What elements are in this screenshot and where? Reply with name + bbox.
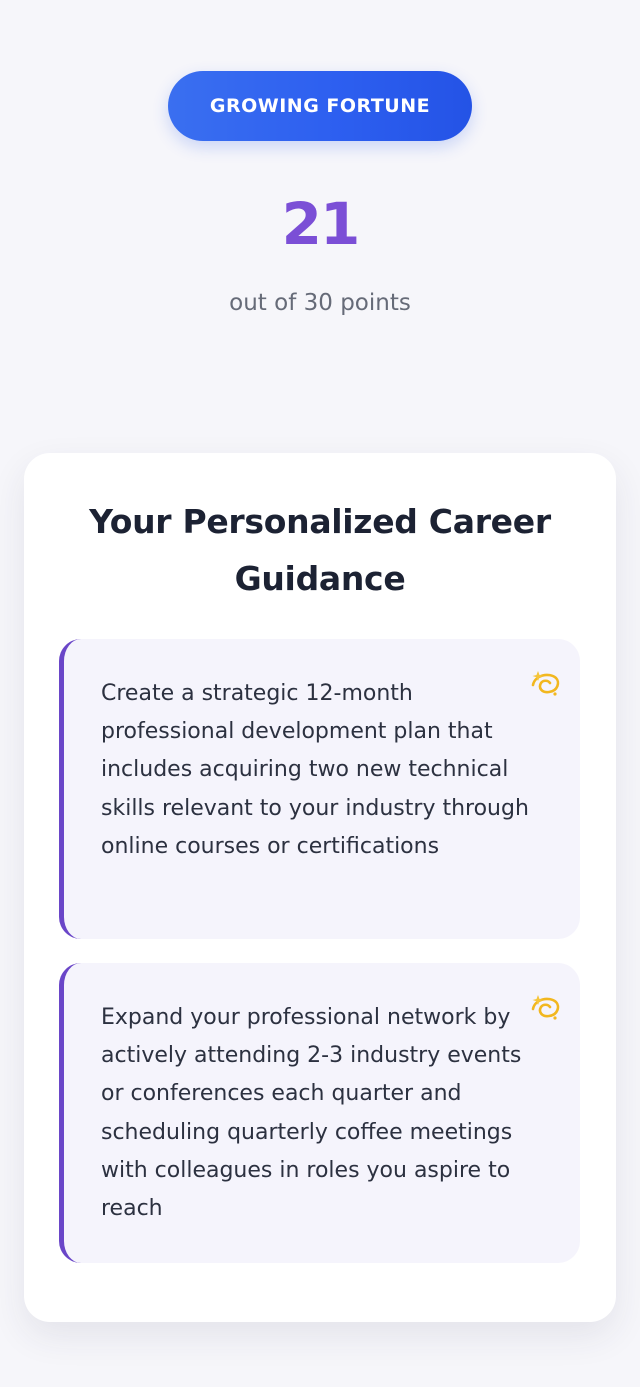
career-guidance-card: Your Personalized Career Guidance Create… xyxy=(24,453,616,1322)
dizzy-star-icon xyxy=(531,995,560,1020)
card-title: Your Personalized Career Guidance xyxy=(89,502,551,598)
score-value: 21 xyxy=(281,190,361,258)
fortune-badge-label: GROWING FORTUNE xyxy=(209,95,431,117)
guidance-tip: Expand your professional network by acti… xyxy=(59,963,580,1263)
guidance-tip-text: Create a strategic 12-month professional… xyxy=(101,681,529,859)
guidance-tip: Create a strategic 12-month professional… xyxy=(59,639,580,939)
dizzy-star-icon xyxy=(531,671,560,696)
guidance-tip-text: Expand your professional network by acti… xyxy=(101,1005,522,1222)
fortune-badge: GROWING FORTUNE xyxy=(168,71,472,141)
score-caption: out of 30 points xyxy=(229,290,411,316)
